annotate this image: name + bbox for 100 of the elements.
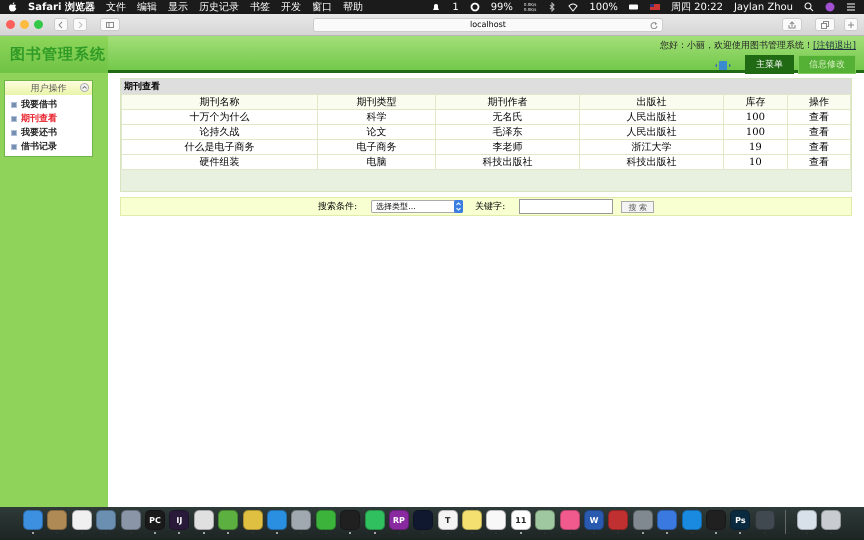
app-icon[interactable] bbox=[820, 510, 841, 530]
menu-tab[interactable]: 主菜单 bbox=[745, 55, 794, 74]
column-header: 期刊作者 bbox=[436, 94, 580, 110]
sidebar-button[interactable] bbox=[100, 18, 120, 31]
bell-icon[interactable] bbox=[431, 2, 442, 12]
battery-reading: 100% bbox=[589, 2, 618, 12]
table-cell: 19 bbox=[724, 140, 788, 154]
app-logo: 图书管理系统 bbox=[0, 36, 108, 73]
table-cell: 硬件组装 bbox=[122, 154, 318, 170]
app-icon[interactable]: PC bbox=[145, 510, 165, 530]
share-button[interactable] bbox=[782, 18, 802, 31]
menu-item[interactable]: 编辑 bbox=[136, 0, 157, 14]
sidebar-item[interactable]: 借书记录 bbox=[21, 140, 57, 153]
type-select[interactable]: 选择类型... bbox=[371, 200, 464, 213]
plus-icon[interactable] bbox=[847, 20, 855, 28]
table-cell: 科技出版社 bbox=[436, 154, 580, 170]
view-link[interactable]: 查看 bbox=[787, 124, 850, 140]
ring-icon[interactable] bbox=[470, 2, 480, 12]
table-cell: 100 bbox=[724, 110, 788, 124]
menu-item[interactable]: 窗口 bbox=[312, 0, 332, 14]
dropdown-icon[interactable] bbox=[454, 200, 464, 213]
table-cell: 10 bbox=[724, 154, 788, 170]
menu-item[interactable]: 文件 bbox=[106, 0, 126, 14]
bullet-icon bbox=[11, 144, 17, 150]
chevron-left-icon[interactable] bbox=[57, 20, 65, 28]
address-field[interactable]: localhost bbox=[313, 18, 663, 32]
view-link[interactable]: 查看 bbox=[787, 110, 850, 124]
bullet-icon bbox=[11, 130, 17, 136]
flag-icon[interactable] bbox=[650, 2, 660, 12]
close-button[interactable] bbox=[6, 20, 15, 29]
sidebar-item[interactable]: 我要借书 bbox=[21, 98, 57, 111]
app-icon[interactable]: RP bbox=[388, 510, 409, 530]
table-cell: 科学 bbox=[318, 110, 436, 124]
menu-icon[interactable] bbox=[846, 2, 856, 12]
app-icon[interactable]: Ps bbox=[730, 510, 750, 530]
app-icon[interactable]: 11 bbox=[510, 510, 531, 530]
column-header: 期刊类型 bbox=[318, 94, 436, 110]
column-header: 期刊名称 bbox=[122, 94, 318, 110]
table-cell: 什么是电子商务 bbox=[122, 140, 318, 154]
sidebar-item[interactable]: 期刊查看 bbox=[21, 112, 57, 125]
wifi-icon[interactable] bbox=[568, 2, 578, 12]
table-cell: 100 bbox=[724, 124, 788, 140]
column-header: 出版社 bbox=[579, 94, 724, 110]
app-icon[interactable] bbox=[462, 510, 482, 530]
table-cell: 十万个为什么 bbox=[122, 110, 318, 124]
app-icon[interactable] bbox=[535, 510, 556, 530]
menu-item[interactable]: 开发 bbox=[280, 0, 301, 14]
menu-item[interactable]: 书签 bbox=[250, 0, 270, 14]
notification-count: 1 bbox=[452, 2, 459, 12]
search-icon[interactable] bbox=[804, 2, 814, 12]
app-icon[interactable] bbox=[364, 510, 385, 530]
tabs-button[interactable] bbox=[815, 18, 835, 31]
table-cell: 无名氏 bbox=[436, 110, 580, 124]
book-icon bbox=[715, 61, 731, 70]
search-label: 搜索条件: bbox=[318, 200, 358, 213]
app-icon[interactable]: W bbox=[584, 510, 604, 530]
table-cell: 电脑 bbox=[318, 154, 436, 170]
cpu-reading: 99% bbox=[490, 2, 513, 12]
user-name[interactable]: Jaylan Zhou bbox=[734, 2, 793, 12]
bluetooth-icon[interactable] bbox=[547, 2, 558, 12]
sidebar-item[interactable]: 我要还书 bbox=[21, 126, 57, 139]
app-icon[interactable] bbox=[796, 510, 817, 530]
menu-item[interactable]: 帮助 bbox=[342, 0, 363, 14]
app-icon[interactable]: T bbox=[438, 510, 458, 530]
table-cell: 人民出版社 bbox=[579, 110, 724, 124]
select-text: 选择类型... bbox=[376, 201, 416, 212]
keyword-label: 关键字: bbox=[475, 200, 506, 213]
collapse-icon[interactable] bbox=[80, 83, 89, 92]
table-cell: 论持久战 bbox=[122, 124, 318, 140]
back-button[interactable] bbox=[54, 18, 68, 31]
keyword-field[interactable] bbox=[519, 199, 614, 214]
panel-title: 用户操作 bbox=[30, 82, 66, 94]
apple-menu-icon[interactable] bbox=[8, 2, 17, 12]
column-header: 操作 bbox=[787, 94, 850, 110]
app-icon[interactable] bbox=[194, 510, 214, 530]
view-link[interactable]: 查看 bbox=[787, 154, 850, 170]
search-button[interactable]: 搜 索 bbox=[621, 200, 654, 212]
view-link[interactable]: 查看 bbox=[787, 140, 850, 154]
table-cell: 毛泽东 bbox=[436, 124, 580, 140]
siri-icon[interactable] bbox=[825, 2, 835, 12]
app-menu[interactable]: Safari 浏览器 bbox=[28, 0, 95, 14]
share-icon[interactable] bbox=[788, 20, 796, 28]
app-icon[interactable]: IJ bbox=[169, 510, 190, 530]
app-icon[interactable] bbox=[242, 510, 263, 530]
logout-link[interactable]: [注销退出] bbox=[812, 39, 856, 52]
overlapping-squares-icon[interactable] bbox=[821, 20, 829, 28]
table-cell: 李老师 bbox=[436, 140, 580, 154]
bullet-icon bbox=[11, 116, 17, 122]
app-icon[interactable] bbox=[486, 510, 506, 530]
sidebar-icon[interactable] bbox=[106, 20, 114, 28]
table-cell: 科技出版社 bbox=[579, 154, 724, 170]
menu-item[interactable]: 显示 bbox=[168, 0, 188, 14]
reload-icon[interactable] bbox=[650, 20, 658, 28]
panel-title: 期刊查看 bbox=[121, 79, 851, 94]
app-icon[interactable] bbox=[72, 510, 92, 530]
table-cell: 浙江大学 bbox=[579, 140, 724, 154]
battery-icon[interactable] bbox=[628, 2, 639, 12]
menu-item[interactable]: 历史记录 bbox=[198, 0, 239, 14]
app-icon[interactable] bbox=[291, 510, 312, 530]
new-tab-button[interactable] bbox=[844, 18, 858, 31]
